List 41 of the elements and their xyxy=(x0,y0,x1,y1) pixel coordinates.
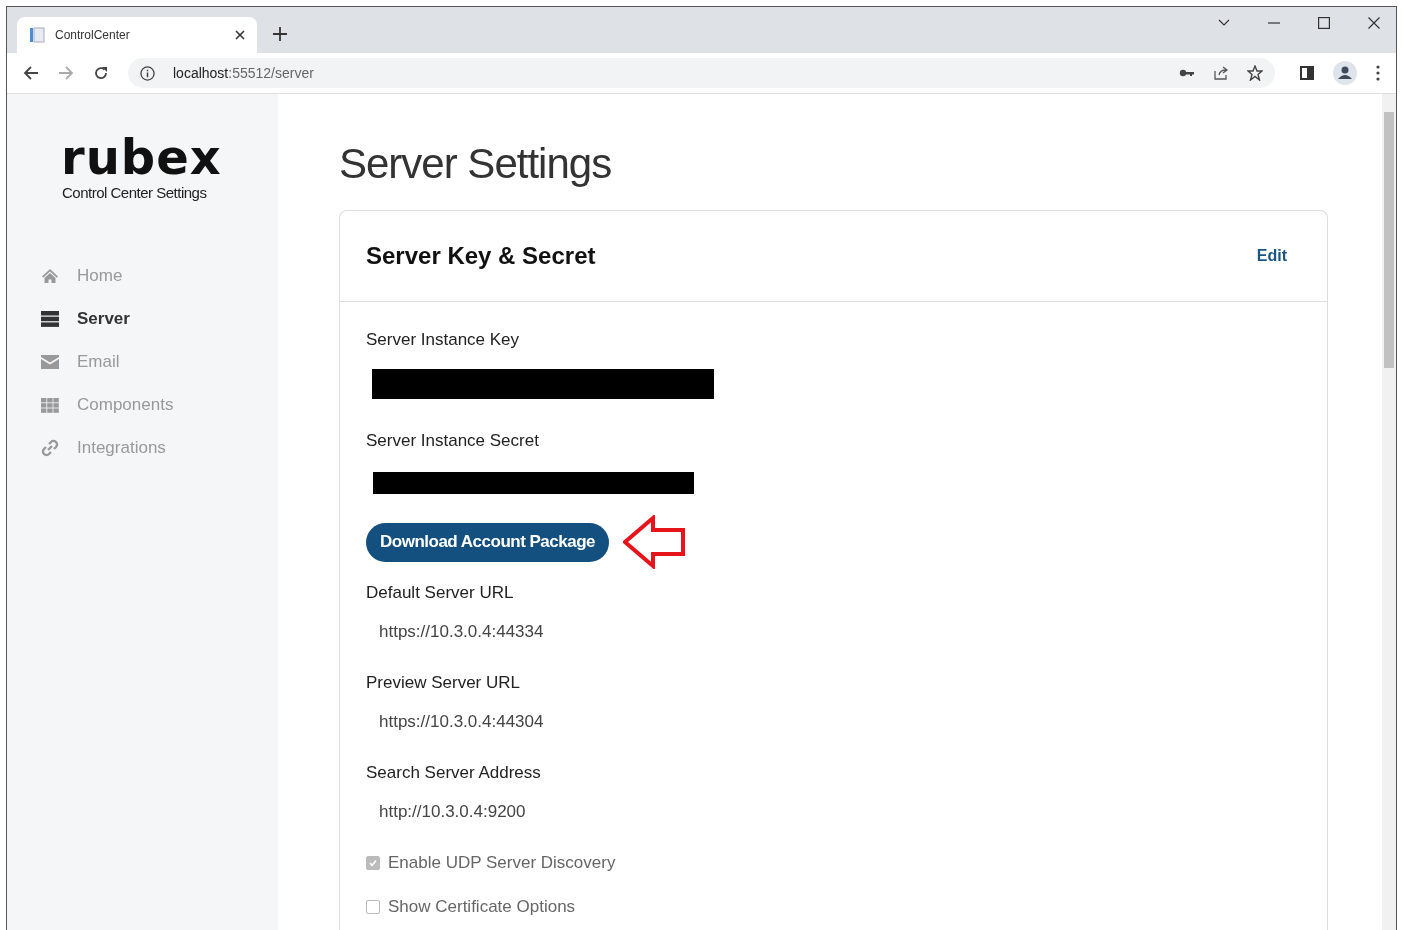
tab-title: ControlCenter xyxy=(55,28,131,42)
field-value: http://10.3.0.4:9200 xyxy=(378,802,527,822)
field-label: Server Instance Secret xyxy=(366,431,540,451)
close-icon[interactable] xyxy=(235,30,245,40)
nav-item[interactable]: Server xyxy=(40,306,130,332)
field-label: Preview Server URL xyxy=(366,673,521,693)
server-icon xyxy=(41,311,59,327)
check-icon xyxy=(368,858,378,868)
star-icon[interactable] xyxy=(1247,65,1263,81)
side-panel-icon[interactable] xyxy=(1300,66,1314,80)
url-text: localhost:55512/server xyxy=(173,65,314,81)
close-icon[interactable] xyxy=(1368,17,1380,29)
envelope-icon xyxy=(41,355,59,369)
info-icon xyxy=(140,65,155,81)
field-value: https://10.3.0.4:44334 xyxy=(378,622,545,642)
back-icon[interactable] xyxy=(23,65,39,81)
field-label: Default Server URL xyxy=(366,583,515,603)
home-icon xyxy=(41,268,59,284)
maximize-icon[interactable] xyxy=(1318,17,1330,29)
avatar-icon[interactable] xyxy=(1333,61,1357,85)
logo: rubex xyxy=(61,132,221,182)
scrollbar[interactable] xyxy=(1382,94,1396,930)
reload-icon[interactable] xyxy=(93,65,109,81)
grid-icon xyxy=(41,397,59,413)
chevron-down-icon[interactable] xyxy=(1218,19,1230,27)
logo-subtitle: Control Center Settings xyxy=(62,184,208,201)
field-label: Server Instance Key xyxy=(366,330,521,350)
menu-icon[interactable] xyxy=(1376,65,1380,81)
field-label: Search Server Address xyxy=(366,763,542,783)
page-icon xyxy=(29,27,45,43)
key-icon[interactable] xyxy=(1179,68,1195,78)
field-value: https://10.3.0.4:44304 xyxy=(378,712,545,732)
share-icon[interactable] xyxy=(1213,65,1229,81)
page-title: Server Settings xyxy=(339,140,613,188)
card-title: Server Key & Secret xyxy=(366,242,596,270)
browser-tab[interactable]: ControlCenter xyxy=(17,17,257,53)
address-bar[interactable]: localhost:55512/server xyxy=(128,58,1275,88)
download-button[interactable]: Download Account Package xyxy=(366,522,610,562)
link-icon xyxy=(41,439,59,457)
edit-link[interactable]: Edit xyxy=(1256,247,1287,265)
new-tab-icon[interactable] xyxy=(273,27,287,41)
